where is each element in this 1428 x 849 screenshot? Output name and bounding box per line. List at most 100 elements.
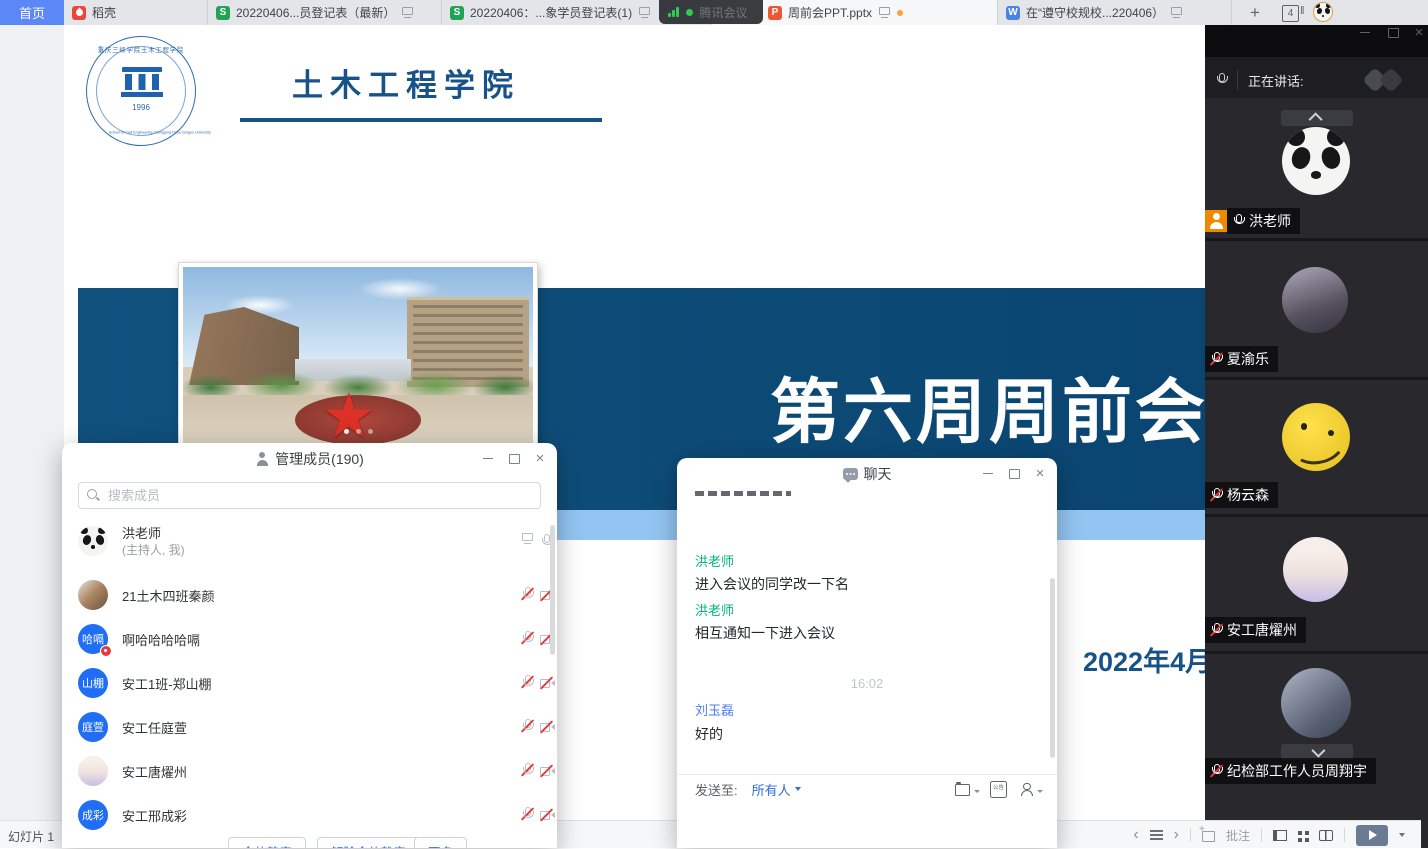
participant-tile[interactable]: 杨云森 (1205, 380, 1428, 514)
member-row[interactable]: 庭萱 安工任庭萱 (62, 705, 557, 749)
annotate-label[interactable]: 批注 (1226, 827, 1250, 844)
panel-maximize-button[interactable] (1001, 458, 1027, 489)
annotate-icon[interactable] (1202, 830, 1215, 841)
next-slide-button[interactable]: › (1174, 827, 1179, 843)
screen-share-icon[interactable] (521, 533, 535, 544)
slideshow-options-caret[interactable] (1399, 833, 1405, 837)
divider (1261, 828, 1262, 842)
camera-off-icon[interactable] (540, 808, 555, 821)
member-row[interactable]: 洪老师 (主持人, 我) (62, 519, 557, 569)
camera-off-icon[interactable] (540, 764, 555, 777)
file-folder-icon[interactable] (955, 783, 970, 795)
camera-off-icon[interactable] (540, 720, 555, 733)
collapse-strip-button[interactable] (1281, 110, 1353, 126)
member-row[interactable]: 山棚 安工1班-郑山棚 (62, 661, 557, 705)
slide-list-icon[interactable] (1150, 830, 1163, 840)
mic-on-icon (1232, 214, 1245, 229)
meeting-mini-widget[interactable]: 腾讯会议 (659, 0, 763, 24)
chat-timestamp: 16:02 (677, 676, 1057, 691)
member-row[interactable]: 哈嗝 啊哈哈哈哈嗝 (62, 617, 557, 661)
member-filter-caret-icon[interactable] (1037, 790, 1043, 793)
chat-bubble-icon (843, 468, 858, 480)
monitor-icon (401, 7, 414, 18)
normal-view-icon[interactable] (1273, 830, 1287, 841)
photo-carousel-dots[interactable] (183, 429, 533, 434)
window-close-button[interactable]: × (1408, 20, 1428, 45)
camera-off-icon[interactable] (540, 676, 555, 689)
send-to-selector[interactable]: 所有人 (752, 780, 801, 799)
signal-bars-icon (668, 7, 679, 17)
mic-muted-icon (1210, 352, 1223, 367)
mic-muted-icon[interactable] (521, 807, 534, 822)
participant-nametag: 洪老师 (1205, 208, 1300, 234)
participant-nametag: 安工唐燿州 (1205, 617, 1306, 643)
slide-indicator: 幻灯片 1 (8, 828, 54, 845)
member-search-input[interactable] (106, 487, 532, 504)
mic-muted-icon[interactable] (521, 675, 534, 690)
avatar-anime-dark (1282, 267, 1348, 333)
meeting-video-sidebar: 正在讲话: 洪老师 夏渝乐 杨云森 安工唐燿州 (1205, 25, 1428, 848)
monitor-icon (878, 7, 891, 18)
panel-close-button[interactable]: × (1027, 458, 1053, 489)
panel-maximize-button[interactable] (501, 443, 527, 474)
mic-muted-icon[interactable] (521, 631, 534, 646)
participant-tile[interactable]: 夏渝乐 (1205, 241, 1428, 377)
panel-close-button[interactable]: × (527, 443, 553, 474)
tab-doc[interactable]: W 在“遵守校规校...220406） (998, 0, 1232, 25)
folder-caret-icon[interactable] (974, 790, 980, 793)
avatar-initials: 山棚 (78, 668, 108, 698)
participant-tile[interactable]: 洪老师 (1205, 98, 1428, 238)
host-badge-icon (1205, 210, 1227, 232)
speaking-mic-icon (1215, 73, 1228, 88)
member-row[interactable]: 21土木四班秦颜 (62, 573, 557, 617)
unmute-all-button[interactable]: 解除全体静音 (317, 837, 420, 848)
member-row[interactable]: 安工唐燿州 (62, 749, 557, 793)
divider (1190, 828, 1191, 842)
user-avatar[interactable] (1313, 2, 1333, 22)
participant-tile[interactable]: 安工唐燿州 (1205, 517, 1428, 651)
unsaved-dot (897, 10, 903, 16)
reading-view-icon[interactable] (1319, 830, 1333, 841)
tab-home[interactable]: 首页 (0, 0, 64, 25)
participant-nametag: 夏渝乐 (1205, 346, 1278, 372)
panel-minimize-button[interactable] (475, 443, 501, 474)
tab-count-badge[interactable]: 4 (1282, 5, 1299, 22)
chat-scrollbar[interactable] (1050, 578, 1055, 758)
member-search-box[interactable] (78, 482, 541, 509)
chat-sender-name: 刘玉磊 (695, 700, 734, 719)
slideshow-play-button[interactable] (1356, 825, 1388, 846)
slide-sorter-view-icon[interactable] (1298, 831, 1302, 835)
speaking-label: 正在讲话: (1248, 71, 1304, 90)
chat-input-area[interactable] (677, 803, 1057, 848)
chat-panel-titlebar[interactable]: 聊天 × (677, 458, 1057, 489)
avatar-panda (1282, 127, 1350, 195)
member-list-scrollbar[interactable] (550, 525, 555, 655)
tab-sheet-1[interactable]: S 20220406...员登记表（最新） (208, 0, 442, 25)
tab-docer[interactable]: 稻壳 (64, 0, 208, 25)
more-button[interactable]: 更多 (414, 837, 467, 848)
prev-slide-button[interactable]: ‹ (1133, 827, 1138, 843)
member-filter-icon[interactable] (1019, 782, 1033, 796)
mic-muted-icon[interactable] (521, 587, 534, 602)
chat-message-text: 进入会议的同学改一下名 (695, 574, 849, 594)
avatar-anime-pale (1283, 537, 1348, 602)
window-minimize-button[interactable] (1354, 20, 1376, 45)
send-to-label: 发送至: (695, 780, 738, 799)
announcement-icon[interactable]: 公告 (990, 781, 1007, 798)
new-tab-button[interactable]: + (1250, 0, 1260, 25)
chat-message-text: 相互通知一下进入会议 (695, 623, 835, 643)
member-row[interactable]: 成彩 安工邢成彩 (62, 793, 557, 837)
participant-tile[interactable]: 纪检部工作人员周翔宇 (1205, 654, 1428, 848)
docer-icon (72, 6, 86, 20)
mic-muted-icon (1210, 764, 1223, 779)
clipped-message-remnant (695, 491, 791, 496)
mic-muted-icon[interactable] (521, 763, 534, 778)
mic-muted-icon[interactable] (521, 719, 534, 734)
panel-minimize-button[interactable] (975, 458, 1001, 489)
avatar-anime-gray (1281, 668, 1351, 738)
participant-name: 洪老师 (1249, 211, 1291, 231)
mute-all-button[interactable]: 全体静音 (228, 837, 306, 848)
member-manage-panel: 管理成员(190) × 洪老师 (主持人, 我) 21土木四班秦颜 哈嗝 啊哈哈… (62, 443, 557, 848)
window-restore-button[interactable] (1382, 20, 1404, 45)
member-panel-titlebar[interactable]: 管理成员(190) × (62, 443, 557, 474)
